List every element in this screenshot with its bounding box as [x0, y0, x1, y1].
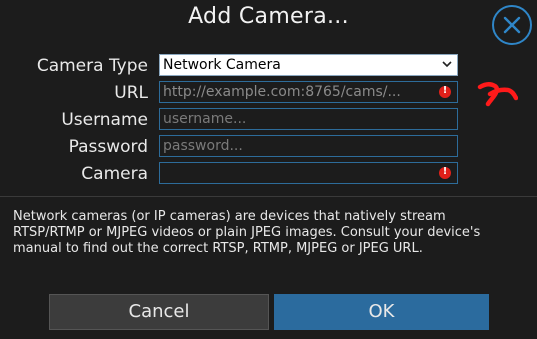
- username-field[interactable]: [159, 108, 458, 130]
- password-input[interactable]: [160, 136, 457, 156]
- description-text: Network cameras (or IP cameras) are devi…: [13, 209, 481, 256]
- camera-input[interactable]: [159, 162, 458, 184]
- divider: [0, 196, 537, 197]
- close-icon: [503, 16, 521, 34]
- password-field[interactable]: [159, 135, 458, 157]
- close-button[interactable]: [492, 5, 532, 45]
- camera-label: Camera: [81, 164, 148, 184]
- camera-type-select[interactable]: Network Camera: [159, 54, 458, 76]
- error-icon: [439, 166, 451, 179]
- camera-type-value: Network Camera: [163, 57, 281, 73]
- row-camera: Camera: [0, 162, 537, 186]
- row-password: Password: [0, 135, 537, 159]
- url-value: http://example.com:8765/cams/...: [163, 84, 401, 100]
- ok-button[interactable]: OK: [274, 294, 489, 330]
- add-camera-dialog: Add Camera... Camera Type Network Camera…: [0, 0, 537, 339]
- row-username: Username: [0, 108, 537, 132]
- row-url: URL http://example.com:8765/cams/...: [0, 81, 537, 105]
- error-icon: [439, 85, 451, 98]
- username-input[interactable]: [160, 109, 457, 129]
- cancel-button[interactable]: Cancel: [49, 294, 269, 330]
- url-label: URL: [114, 83, 148, 103]
- camera-type-label: Camera Type: [36, 56, 148, 76]
- password-label: Password: [68, 137, 148, 157]
- red-scribble-icon: [477, 81, 518, 107]
- row-camera-type: Camera Type Network Camera: [0, 54, 537, 78]
- chevron-down-icon: [442, 61, 452, 68]
- dialog-title: Add Camera...: [188, 4, 349, 29]
- username-label: Username: [61, 110, 148, 130]
- url-input[interactable]: http://example.com:8765/cams/...: [159, 81, 458, 103]
